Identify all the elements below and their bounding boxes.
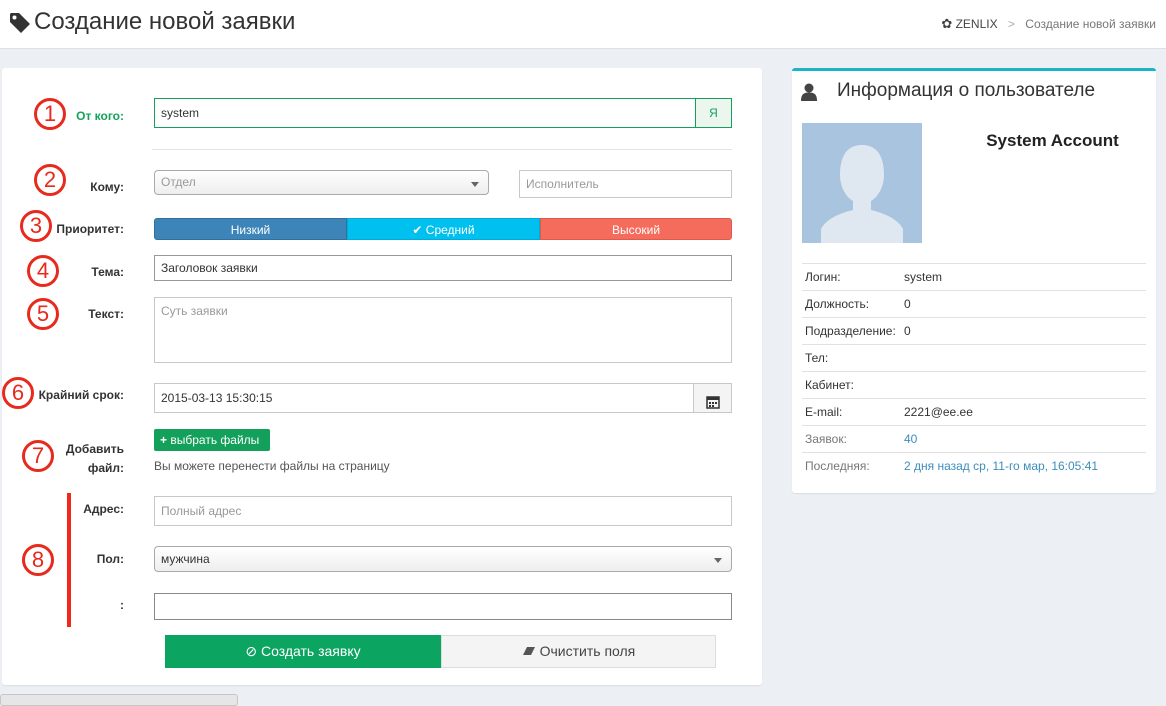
- create-ticket-button[interactable]: ⊘ Создать заявку: [165, 635, 441, 668]
- tag-icon: [8, 11, 32, 35]
- user-info-row: Подразделение: 0: [802, 317, 1146, 345]
- address-input[interactable]: Полный адрес: [154, 496, 732, 526]
- priority-medium-label: Средний: [425, 223, 475, 237]
- priority-high-button[interactable]: Высокий: [540, 218, 732, 240]
- user-info-row: Последняя: 2 дня назад ср, 11-го мар, 16…: [802, 452, 1146, 480]
- user-info-key: Должность:: [805, 297, 870, 311]
- clear-fields-button[interactable]: Очистить поля: [441, 635, 716, 668]
- page-title: Создание новой заявки: [34, 8, 296, 35]
- text-label: Текст:: [88, 307, 124, 321]
- drop-files-hint: Вы можете перенести файлы на страницу: [154, 459, 390, 473]
- user-info-key: Последняя:: [805, 459, 870, 473]
- clear-fields-label: Очистить поля: [539, 643, 636, 659]
- plus-icon: +: [160, 433, 168, 447]
- priority-medium-button[interactable]: ✔ Средний: [347, 218, 540, 240]
- user-info-value: system: [904, 270, 943, 284]
- calendar-icon: [706, 391, 720, 419]
- breadcrumb-current: Создание новой заявки: [1025, 17, 1156, 31]
- calendar-button[interactable]: [693, 383, 732, 413]
- user-info-value: 0: [904, 297, 911, 311]
- create-ticket-label: Создать заявку: [261, 643, 361, 659]
- self-assign-button[interactable]: Я: [695, 98, 732, 128]
- chevron-down-icon: [471, 182, 479, 187]
- user-info-key: Подразделение:: [805, 324, 896, 338]
- eraser-icon: [522, 643, 540, 659]
- gender-select[interactable]: мужчина: [154, 546, 732, 572]
- executor-input[interactable]: Исполнитель: [519, 170, 732, 198]
- department-select[interactable]: Отдел: [154, 170, 489, 195]
- user-info-key: Кабинет:: [805, 378, 854, 392]
- user-info-row: Должность: 0: [802, 290, 1146, 318]
- user-info-key: Логин:: [805, 270, 841, 284]
- ticket-count-link[interactable]: 40: [904, 426, 917, 453]
- from-input[interactable]: system: [154, 98, 696, 128]
- user-avatar: [802, 123, 922, 243]
- user-info-key: Заявок:: [805, 432, 847, 446]
- breadcrumb-root[interactable]: ZENLIX: [956, 17, 998, 31]
- subject-label: Тема:: [91, 265, 124, 279]
- address-label: Адрес:: [83, 502, 124, 516]
- priority-label: Приоритет:: [56, 222, 124, 236]
- gender-label: Пол:: [96, 552, 124, 566]
- text-placeholder: Суть заявки: [161, 304, 228, 318]
- subject-input[interactable]: Заголовок заявки: [154, 255, 732, 281]
- deadline-label: Крайний срок:: [38, 388, 124, 402]
- user-info-key: E-mail:: [805, 405, 843, 419]
- check-circle-icon: ⊘: [245, 643, 258, 659]
- user-info-row: Тел:: [802, 344, 1146, 372]
- priority-low-button[interactable]: Низкий: [154, 218, 347, 240]
- choose-files-button[interactable]: + выбрать файлы: [154, 429, 270, 451]
- choose-files-label: выбрать файлы: [170, 433, 260, 447]
- from-label: От кого:: [76, 109, 124, 123]
- department-placeholder: Отдел: [161, 175, 196, 189]
- user-info-row: E-mail: 2221@ee.ee: [802, 398, 1146, 426]
- user-info-value: 0: [904, 324, 911, 338]
- user-info-value: 2221@ee.ee: [904, 405, 973, 419]
- to-label: Кому:: [90, 180, 124, 194]
- add-file-label-line1: Добавить: [65, 442, 124, 456]
- address-placeholder: Полный адрес: [161, 504, 242, 518]
- breadcrumb-separator: >: [1007, 17, 1015, 31]
- extra-field-input[interactable]: [154, 593, 732, 620]
- user-info-row: Заявок: 40: [802, 425, 1146, 453]
- user-icon: [801, 83, 817, 106]
- breadcrumb: ✿ ZENLIX > Создание новой заявки: [941, 16, 1156, 32]
- deadline-input[interactable]: 2015-03-13 15:30:15: [154, 383, 694, 413]
- user-info-row: Логин: system: [802, 263, 1146, 291]
- bottom-scroll-tab[interactable]: [0, 694, 238, 706]
- last-ticket-link[interactable]: 2 дня назад ср, 11-го мар, 16:05:41: [904, 453, 1098, 480]
- user-info-key: Тел:: [805, 351, 829, 365]
- executor-placeholder: Исполнитель: [526, 177, 599, 191]
- chevron-down-icon: [714, 558, 722, 563]
- divider: [152, 149, 732, 150]
- add-file-label-line2: файл:: [87, 461, 124, 475]
- check-icon: ✔: [412, 223, 426, 237]
- user-info-row: Кабинет:: [802, 371, 1146, 399]
- top-bar: Создание новой заявки ✿ ZENLIX > Создани…: [0, 0, 1166, 49]
- user-info-title: Информация о пользователе: [837, 80, 1096, 101]
- text-area[interactable]: Суть заявки: [154, 297, 732, 363]
- gender-value: мужчина: [161, 552, 210, 566]
- account-name: System Account: [986, 131, 1119, 150]
- extra-field-label: :: [120, 598, 124, 612]
- add-file-label: Добавить файл:: [40, 440, 124, 478]
- cog-icon: ✿: [941, 16, 953, 31]
